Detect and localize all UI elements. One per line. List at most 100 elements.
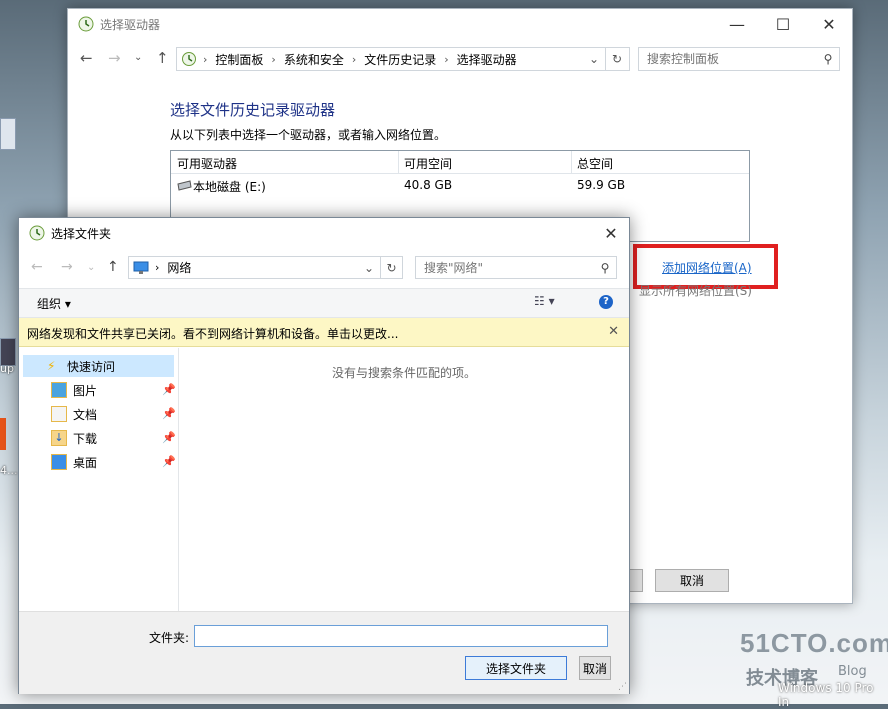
star-icon: ⚡	[47, 359, 56, 373]
page-title: 选择文件历史记录驱动器	[170, 101, 336, 119]
nav-item-desktop[interactable]: 桌面	[51, 451, 176, 473]
column-header-total[interactable]: 总空间	[577, 155, 613, 172]
nav-item-label: 桌面	[73, 455, 98, 470]
downloads-icon: ↓	[51, 430, 67, 446]
desktop-icon-label: 4...	[0, 464, 18, 477]
address-dropdown-icon[interactable]: ⌄	[589, 52, 599, 66]
dialog-title: 选择文件夹	[51, 226, 112, 241]
documents-icon	[51, 406, 67, 422]
dialog-close-button[interactable]: ✕	[599, 222, 623, 244]
window-title: 选择驱动器	[100, 17, 161, 32]
help-icon[interactable]: ?	[599, 295, 613, 309]
nav-item-quick-access[interactable]: ⚡ 快速访问	[23, 355, 174, 377]
back-arrow-icon[interactable]: ←	[80, 49, 93, 67]
nav-item-label: 图片	[73, 383, 98, 398]
maximize-button[interactable]: ☐	[760, 9, 806, 39]
forward-arrow-icon[interactable]: →	[61, 259, 73, 275]
column-header-drive[interactable]: 可用驱动器	[177, 155, 237, 172]
column-header-free[interactable]: 可用空间	[404, 155, 452, 172]
page-description: 从以下列表中选择一个驱动器，或者输入网络位置。	[170, 128, 447, 142]
folder-field-label: 文件夹:	[149, 631, 190, 645]
file-history-icon	[78, 16, 94, 32]
breadcrumb-control-panel[interactable]: 控制面板	[215, 51, 263, 68]
nav-item-label: 下载	[73, 431, 98, 446]
address-network[interactable]: 网络	[167, 259, 191, 276]
drive-total-space: 59.9 GB	[577, 178, 626, 192]
add-network-location-link[interactable]: 添加网络位置(A)	[662, 259, 752, 276]
ok-button[interactable]	[630, 569, 643, 592]
desktop-icon-label: up	[0, 362, 14, 375]
show-all-network-locations-link[interactable]: 显示所有网络位置(S)	[639, 282, 752, 299]
empty-results-message: 没有与搜索条件匹配的项。	[331, 366, 476, 380]
desktop-icon[interactable]	[0, 118, 16, 150]
dialog-address-bar[interactable]: › 网络 ⌄	[128, 256, 381, 279]
resize-grip-icon[interactable]: ⋰	[618, 682, 627, 692]
view-options-icon[interactable]: ☷ ▾	[534, 294, 555, 308]
table-row[interactable]: 本地磁盘 (E:) 40.8 GB 59.9 GB	[171, 174, 749, 196]
chevron-right-icon: ›	[155, 261, 160, 274]
refresh-icon[interactable]: ↻	[605, 48, 628, 70]
infobar-message: 网络发现和文件共享已关闭。看不到网络计算机和设备。单击以更改...	[27, 327, 399, 341]
folder-input[interactable]	[194, 625, 608, 647]
minimize-button[interactable]: —	[714, 9, 760, 39]
select-folder-dialog: 选择文件夹 ✕ ← → ⌄ ↑ › 网络 ⌄ ↻ ⚲ 组织 ▾ ☷ ▾ ? 网络…	[18, 217, 630, 694]
nav-item-documents[interactable]: 文档	[51, 403, 176, 425]
dialog-search-box: ⚲	[415, 256, 617, 279]
os-version-label: Windows 10 Pro In	[778, 681, 874, 709]
watermark-site: 51CTO.com	[740, 628, 888, 658]
desktop-folder-icon	[51, 454, 67, 470]
navigation-pane: ⚡ 快速访问 图片 📌 文档 📌 ↓ 下载 📌 桌面 📌	[19, 348, 179, 611]
nav-item-pictures[interactable]: 图片	[51, 379, 176, 401]
refresh-icon[interactable]: ↻	[381, 256, 403, 279]
drive-free-space: 40.8 GB	[404, 178, 453, 192]
search-input[interactable]	[416, 259, 594, 276]
address-dropdown-icon[interactable]: ⌄	[364, 261, 374, 275]
back-arrow-icon[interactable]: ←	[31, 259, 43, 275]
watermark-blog: Blog	[838, 664, 867, 679]
close-button[interactable]: ✕	[806, 9, 852, 39]
cancel-button[interactable]: 取消	[655, 569, 729, 592]
select-folder-button[interactable]: 选择文件夹	[465, 656, 567, 680]
dialog-toolbar: 组织 ▾ ☷ ▾ ?	[19, 288, 629, 318]
chevron-right-icon: ›	[271, 52, 276, 66]
breadcrumb-system-security[interactable]: 系统和安全	[284, 51, 344, 68]
close-icon[interactable]: ✕	[608, 324, 619, 339]
chevron-right-icon: ›	[351, 52, 357, 66]
search-icon[interactable]: ⚲	[817, 52, 839, 66]
nav-item-downloads[interactable]: ↓ 下载	[51, 427, 176, 449]
drive-name: 本地磁盘 (E:)	[193, 180, 266, 194]
address-bar[interactable]: › 控制面板 › 系统和安全 › 文件历史记录 › 选择驱动器 ⌄	[176, 47, 630, 71]
nav-item-label: 文档	[73, 407, 98, 422]
pin-icon[interactable]: 📌	[162, 431, 176, 444]
breadcrumb-select-drive[interactable]: 选择驱动器	[457, 51, 517, 68]
control-panel-icon	[182, 52, 196, 66]
forward-arrow-icon[interactable]: →	[108, 49, 121, 67]
pin-icon[interactable]: 📌	[162, 407, 176, 420]
up-arrow-icon[interactable]: ↑	[107, 259, 119, 275]
desktop-icon[interactable]	[0, 418, 6, 450]
dialog-title-bar[interactable]: 选择文件夹	[19, 218, 629, 248]
drive-list-header: 可用驱动器 可用空间 总空间	[171, 151, 749, 174]
drive-icon	[177, 180, 192, 191]
up-arrow-icon[interactable]: ↑	[156, 49, 169, 67]
nav-item-label: 快速访问	[67, 359, 116, 374]
file-history-icon	[29, 225, 45, 241]
pictures-icon	[51, 382, 67, 398]
network-icon	[133, 261, 149, 274]
search-icon[interactable]: ⚲	[594, 261, 616, 275]
search-input[interactable]	[639, 51, 817, 67]
pin-icon[interactable]: 📌	[162, 455, 176, 468]
address-row: ← → ⌄ ↑ › 控制面板 › 系统和安全 › 文件历史记录 › 选择驱动器 …	[68, 45, 852, 73]
pin-icon[interactable]: 📌	[162, 383, 176, 396]
breadcrumb-file-history[interactable]: 文件历史记录	[364, 51, 436, 68]
chevron-right-icon: ›	[203, 52, 208, 66]
title-bar[interactable]: 选择驱动器 — ☐ ✕	[68, 9, 852, 39]
dialog-footer: 文件夹: 选择文件夹 取消 ⋰	[19, 611, 629, 694]
search-box: ⚲	[638, 47, 840, 71]
chevron-right-icon: ›	[444, 52, 449, 66]
organize-menu[interactable]: 组织 ▾	[37, 295, 71, 312]
network-discovery-infobar[interactable]: 网络发现和文件共享已关闭。看不到网络计算机和设备。单击以更改... ✕	[19, 318, 629, 347]
recent-dropdown-icon[interactable]: ⌄	[134, 52, 142, 63]
recent-dropdown-icon[interactable]: ⌄	[87, 262, 95, 273]
cancel-button[interactable]: 取消	[579, 656, 611, 680]
